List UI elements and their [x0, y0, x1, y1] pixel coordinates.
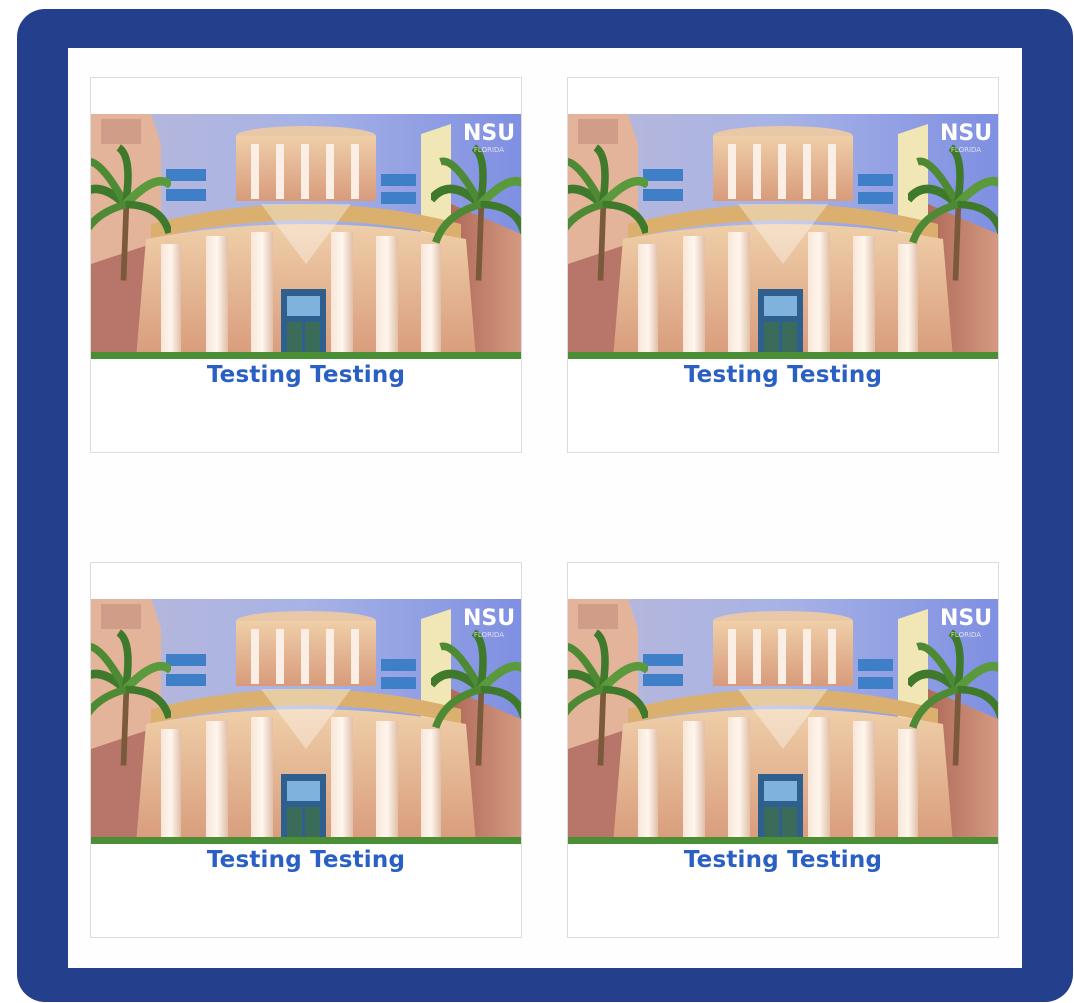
card-item[interactable]: Testing Testing [90, 562, 522, 938]
card-title-link[interactable]: Testing Testing [91, 847, 521, 873]
card-image[interactable] [568, 599, 998, 844]
card-title-link[interactable]: Testing Testing [568, 362, 998, 388]
card-item[interactable]: Testing Testing [90, 77, 522, 453]
card-image[interactable] [91, 114, 521, 359]
card-item[interactable]: Testing Testing [567, 77, 999, 453]
card-image[interactable] [568, 114, 998, 359]
card-title-link[interactable]: Testing Testing [91, 362, 521, 388]
outer-frame: Testing Testing Testing Testing Testing … [17, 9, 1073, 1002]
card-image[interactable] [91, 599, 521, 844]
content-panel: Testing Testing Testing Testing Testing … [68, 48, 1022, 968]
card-item[interactable]: Testing Testing [567, 562, 999, 938]
card-title-link[interactable]: Testing Testing [568, 847, 998, 873]
